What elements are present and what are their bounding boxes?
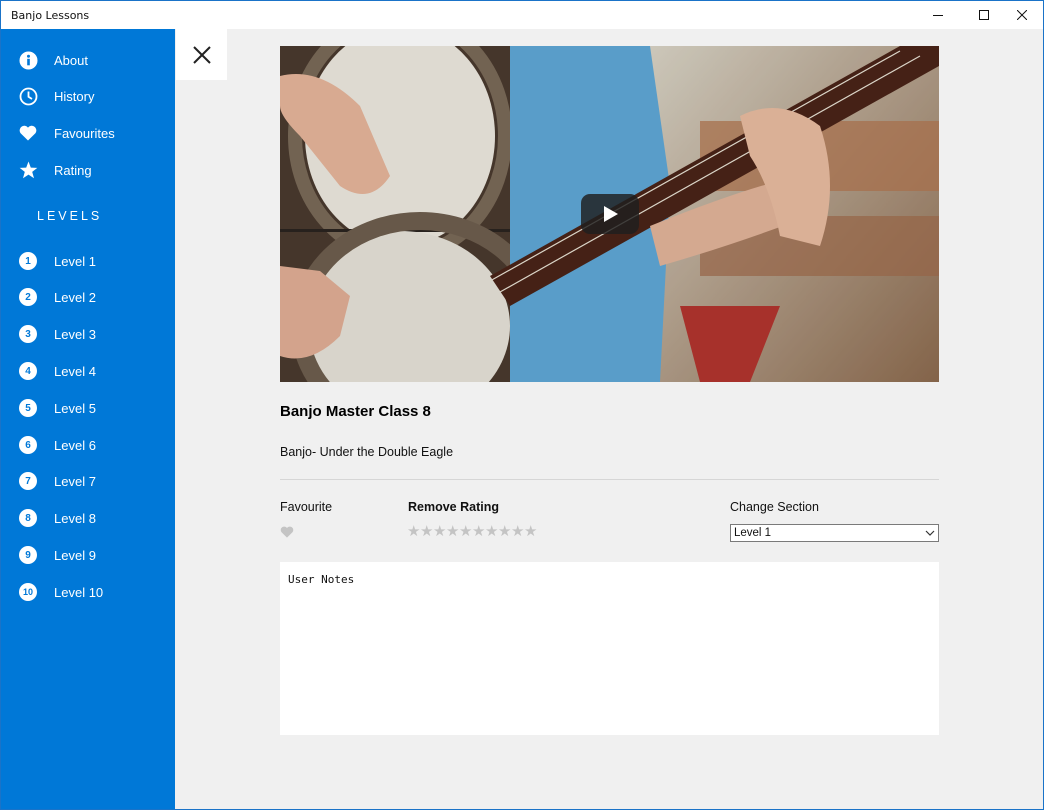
sidebar: About History Favourites Rating LEVELS 1…	[1, 29, 175, 809]
level-number-badge: 4	[19, 362, 37, 380]
close-icon	[1017, 10, 1027, 20]
sidebar-item-label: Level 5	[54, 400, 96, 416]
sidebar-item-level-2[interactable]: 2 Level 2	[1, 280, 175, 314]
favourite-label: Favourite	[280, 500, 333, 514]
chevron-down-icon	[925, 530, 935, 536]
sidebar-item-level-4[interactable]: 4 Level 4	[1, 354, 175, 388]
favourite-toggle[interactable]	[280, 525, 294, 538]
sidebar-item-label: Favourites	[54, 125, 115, 141]
maximize-icon	[979, 10, 989, 20]
close-icon	[192, 45, 211, 64]
levels-header: LEVELS	[37, 209, 103, 223]
sidebar-item-level-9[interactable]: 9 Level 9	[1, 538, 175, 572]
sidebar-item-label: Level 1	[54, 253, 96, 269]
sidebar-item-level-5[interactable]: 5 Level 5	[1, 391, 175, 425]
section-select-value: Level 1	[734, 527, 772, 539]
info-icon	[18, 50, 38, 70]
sidebar-item-label: Level 6	[54, 437, 96, 453]
sidebar-item-level-10[interactable]: 10 Level 10	[1, 575, 175, 609]
rating-star-icon[interactable]: ★	[407, 524, 420, 539]
level-number-badge: 5	[19, 399, 37, 417]
level-number-badge: 2	[19, 288, 37, 306]
sidebar-item-label: About	[54, 52, 88, 68]
sidebar-item-label: Level 7	[54, 473, 96, 489]
section-select[interactable]: Level 1	[730, 524, 939, 542]
minimize-icon	[933, 15, 943, 16]
level-number-badge: 1	[19, 252, 37, 270]
play-icon	[604, 206, 618, 222]
sidebar-item-rating[interactable]: Rating	[1, 153, 175, 187]
change-section-label: Change Section	[730, 500, 819, 514]
level-number-badge: 9	[19, 546, 37, 564]
level-number-badge: 7	[19, 472, 37, 490]
sidebar-item-label: Level 2	[54, 289, 96, 305]
sidebar-item-label: Level 8	[54, 510, 96, 526]
level-number-badge: 6	[19, 436, 37, 454]
rating-star-icon[interactable]: ★	[485, 524, 498, 539]
close-pane-button[interactable]	[176, 29, 227, 80]
sidebar-item-label: Level 9	[54, 547, 96, 563]
sidebar-item-level-7[interactable]: 7 Level 7	[1, 464, 175, 498]
sidebar-item-favourites[interactable]: Favourites	[1, 116, 175, 150]
level-number-badge: 8	[19, 509, 37, 527]
rating-star-icon[interactable]: ★	[459, 524, 472, 539]
notes-text: User Notes	[288, 573, 355, 586]
user-notes-textarea[interactable]: User Notes	[280, 562, 939, 735]
sidebar-item-level-1[interactable]: 1 Level 1	[1, 244, 175, 278]
rating-star-icon[interactable]: ★	[433, 524, 446, 539]
rating-star-icon[interactable]: ★	[498, 524, 511, 539]
title-bar[interactable]: Banjo Lessons	[1, 1, 1043, 29]
sidebar-item-level-6[interactable]: 6 Level 6	[1, 428, 175, 462]
sidebar-item-level-3[interactable]: 3 Level 3	[1, 317, 175, 351]
close-window-button[interactable]	[999, 1, 1043, 29]
sidebar-item-label: Level 3	[54, 326, 96, 342]
rating-star-icon[interactable]: ★	[524, 524, 537, 539]
app-window: Banjo Lessons About History Favourites R…	[0, 0, 1044, 810]
sidebar-item-label: Level 10	[54, 584, 104, 600]
level-number-badge: 3	[19, 325, 37, 343]
rating-star-icon[interactable]: ★	[446, 524, 459, 539]
heart-icon	[18, 123, 38, 143]
rating-star-icon[interactable]: ★	[511, 524, 524, 539]
video-player[interactable]	[280, 46, 939, 382]
lesson-subtitle: Banjo- Under the Double Eagle	[280, 445, 454, 459]
level-number-badge: 10	[19, 583, 37, 601]
sidebar-item-history[interactable]: History	[1, 79, 175, 113]
divider	[280, 479, 939, 480]
lesson-title: Banjo Master Class 8	[280, 403, 431, 420]
sidebar-item-label: History	[54, 88, 95, 104]
rating-star-icon[interactable]: ★	[420, 524, 433, 539]
star-icon	[18, 160, 38, 180]
remove-rating-button[interactable]: Remove Rating	[408, 500, 499, 514]
play-button[interactable]	[581, 194, 639, 234]
sidebar-item-label: Level 4	[54, 363, 96, 379]
rating-stars[interactable]: ★ ★ ★ ★ ★ ★ ★ ★ ★ ★	[407, 524, 537, 539]
clock-icon	[18, 86, 38, 106]
minimize-button[interactable]	[915, 1, 961, 29]
rating-star-icon[interactable]: ★	[472, 524, 485, 539]
window-title: Banjo Lessons	[11, 9, 90, 22]
sidebar-item-label: Rating	[54, 162, 92, 178]
sidebar-item-about[interactable]: About	[1, 43, 175, 77]
heart-icon	[280, 526, 294, 538]
sidebar-item-level-8[interactable]: 8 Level 8	[1, 501, 175, 535]
